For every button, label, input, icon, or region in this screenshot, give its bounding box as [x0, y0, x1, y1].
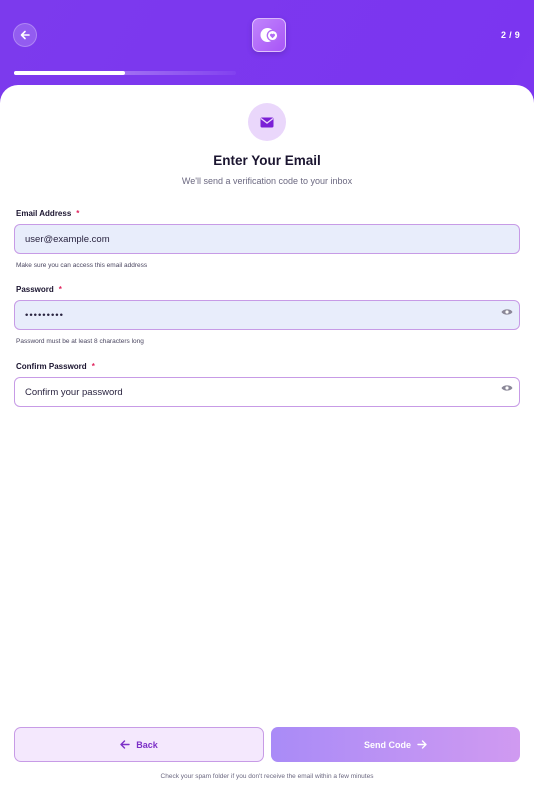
password-field[interactable]	[14, 300, 520, 330]
required-marker: *	[58, 285, 62, 294]
eye-icon[interactable]	[500, 307, 514, 317]
confirm-password-label-text: Confirm Password	[16, 362, 87, 371]
email-label: Email Address *	[16, 209, 79, 218]
arrow-left-icon	[120, 740, 130, 749]
footer-note: Check your spam folder if you don't rece…	[160, 773, 374, 780]
arrow-left-icon	[19, 29, 31, 41]
progress-bar-fill	[14, 71, 125, 75]
confirm-password-field[interactable]	[14, 377, 520, 407]
password-hint: Password must be at least 8 characters l…	[16, 338, 144, 345]
page-title: Enter Your Email	[213, 153, 321, 168]
send-code-button-label: Send Code	[363, 739, 411, 750]
email-label-text: Email Address	[16, 209, 72, 218]
back-button[interactable]: Back	[14, 727, 264, 762]
eye-icon[interactable]	[500, 383, 514, 393]
app-logo	[252, 18, 286, 52]
header-back-button[interactable]	[13, 23, 37, 47]
arrow-right-icon	[417, 740, 427, 749]
email-field[interactable]	[14, 224, 520, 254]
password-label-text: Password	[16, 285, 54, 294]
envelope-badge	[248, 103, 286, 141]
email-hint: Make sure you can access this email addr…	[16, 262, 148, 269]
password-label: Password *	[16, 285, 62, 294]
confirm-password-label: Confirm Password *	[16, 362, 95, 371]
progress-bar	[14, 71, 236, 75]
required-marker: *	[91, 362, 95, 371]
required-marker: *	[76, 209, 80, 218]
envelope-icon	[260, 117, 274, 128]
back-button-label: Back	[136, 739, 158, 750]
step-counter: 2 / 9	[500, 30, 520, 40]
send-code-button[interactable]: Send Code	[271, 727, 520, 762]
form-sheet: Enter Your Email We'll send a verificati…	[0, 85, 534, 800]
page-subtitle: We'll send a verification code to your i…	[181, 176, 353, 186]
heart-chat-icon	[258, 24, 280, 46]
